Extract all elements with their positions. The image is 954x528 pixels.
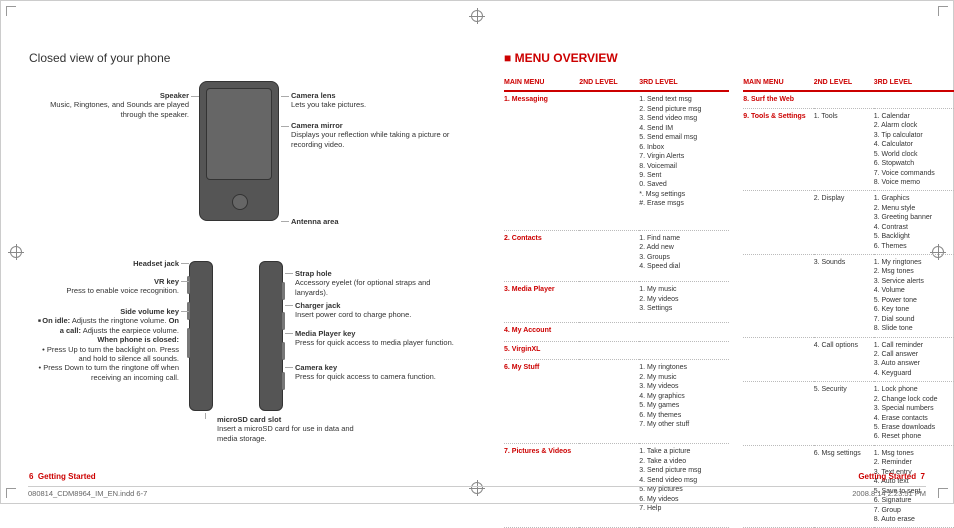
callout-side-volume: Side volume key On idle: Adjusts the rin… <box>29 307 179 382</box>
callout-camera-lens: Camera lens Lets you take pictures. <box>291 91 441 110</box>
menu-3rd-cell: 1. My ringtones2. My music3. My videos4.… <box>639 360 729 444</box>
callout-speaker: Speaker Music, Ringtones, and Sounds are… <box>29 91 189 119</box>
menu-2nd-cell <box>579 91 639 230</box>
callout-antenna: Antenna area <box>291 217 441 226</box>
menu-main-cell: 4. My Account <box>504 322 579 341</box>
phone-side-left-icon <box>189 261 213 411</box>
menu-table-b: MAIN MENU 2ND LEVEL 3RD LEVEL 8. Surf th… <box>743 75 954 528</box>
menu-3rd-cell: 1. My music2. My videos3. Settings <box>639 282 729 323</box>
callout-media-key: Media Player key Press for quick access … <box>295 329 455 348</box>
menu-main-cell: 6. My Stuff <box>504 360 579 444</box>
menu-main-cell: 5. VirginXL <box>504 341 579 360</box>
menu-2nd-cell <box>579 322 639 341</box>
right-title: ■ MENU OVERVIEW <box>504 51 925 65</box>
menu-main-cell: 2. Contacts <box>504 230 579 281</box>
th-3rd: 3RD LEVEL <box>639 75 729 91</box>
right-footer: Getting Started 7 <box>504 472 925 481</box>
left-footer: 6 Getting Started <box>29 472 448 481</box>
phone-side-diagram: Headset jack VR key Press to enable voic… <box>29 251 448 451</box>
phone-side-right-icon <box>259 261 283 411</box>
menu-2nd-cell: 3. Sounds <box>814 255 874 338</box>
menu-2nd-cell: 2. Display <box>814 191 874 255</box>
th-2nd: 2ND LEVEL <box>579 75 639 91</box>
menu-3rd-cell: 1. Call reminder2. Call answer3. Auto an… <box>874 337 954 382</box>
th-main: MAIN MENU <box>504 75 579 91</box>
page-left: Closed view of your phone Speaker Music,… <box>1 1 476 503</box>
menu-2nd-cell: 5. Security <box>814 382 874 446</box>
menu-2nd-cell: 1. Tools <box>814 108 874 191</box>
menu-2nd-cell <box>579 360 639 444</box>
menu-main-cell <box>743 255 814 338</box>
menu-main-cell <box>743 191 814 255</box>
phone-front-diagram: Speaker Music, Ringtones, and Sounds are… <box>29 81 448 241</box>
menu-main-cell: 3. Media Player <box>504 282 579 323</box>
phone-front-icon <box>199 81 279 221</box>
callout-strap: Strap hole Accessory eyelet (for optiona… <box>295 269 455 297</box>
menu-main-cell <box>743 382 814 446</box>
menu-main-cell: 8. Surf the Web <box>743 91 814 108</box>
menu-2nd-cell <box>579 341 639 360</box>
menu-2nd-cell <box>579 282 639 323</box>
menu-3rd-cell: 1. Find name2. Add new3. Groups4. Speed … <box>639 230 729 281</box>
page-right: ■ MENU OVERVIEW MAIN MENU 2ND LEVEL 3RD … <box>476 1 953 503</box>
indd-stamp: 2008.8.14 2:23:51 PM <box>852 489 926 498</box>
menu-main-cell <box>743 337 814 382</box>
menu-2nd-cell: 4. Call options <box>814 337 874 382</box>
indd-file: 080814_CDM8964_IM_EN.indd 6-7 <box>28 489 147 498</box>
menu-3rd-cell <box>639 341 729 360</box>
menu-3rd-cell: 1. My ringtones2. Msg tones3. Service al… <box>874 255 954 338</box>
menu-3rd-cell <box>874 91 954 108</box>
callout-vr: VR key Press to enable voice recognition… <box>29 277 179 296</box>
callout-charger: Charger jack Insert power cord to charge… <box>295 301 455 320</box>
callout-microsd: microSD card slot Insert a microSD card … <box>217 415 367 443</box>
menu-3rd-cell <box>639 322 729 341</box>
left-title: Closed view of your phone <box>29 51 448 65</box>
menu-2nd-cell <box>814 91 874 108</box>
indd-metadata: 080814_CDM8964_IM_EN.indd 6-7 2008.8.14 … <box>28 486 926 498</box>
menu-3rd-cell: 1. Calendar2. Alarm clock3. Tip calculat… <box>874 108 954 191</box>
th-main: MAIN MENU <box>743 75 814 91</box>
callout-camera-mirror: Camera mirror Displays your reflection w… <box>291 121 451 149</box>
menu-3rd-cell: 1. Graphics2. Menu style3. Greeting bann… <box>874 191 954 255</box>
th-3rd: 3RD LEVEL <box>874 75 954 91</box>
menu-main-cell: 1. Messaging <box>504 91 579 230</box>
menu-table-a: MAIN MENU 2ND LEVEL 3RD LEVEL 1. Messagi… <box>504 75 729 528</box>
callout-camera-key: Camera key Press for quick access to cam… <box>295 363 455 382</box>
menu-3rd-cell: 1. Send text msg2. Send picture msg3. Se… <box>639 91 729 230</box>
th-2nd: 2ND LEVEL <box>814 75 874 91</box>
menu-main-cell: 9. Tools & Settings <box>743 108 814 191</box>
menu-3rd-cell: 1. Lock phone2. Change lock code3. Speci… <box>874 382 954 446</box>
callout-headset: Headset jack <box>29 259 179 268</box>
menu-2nd-cell <box>579 230 639 281</box>
